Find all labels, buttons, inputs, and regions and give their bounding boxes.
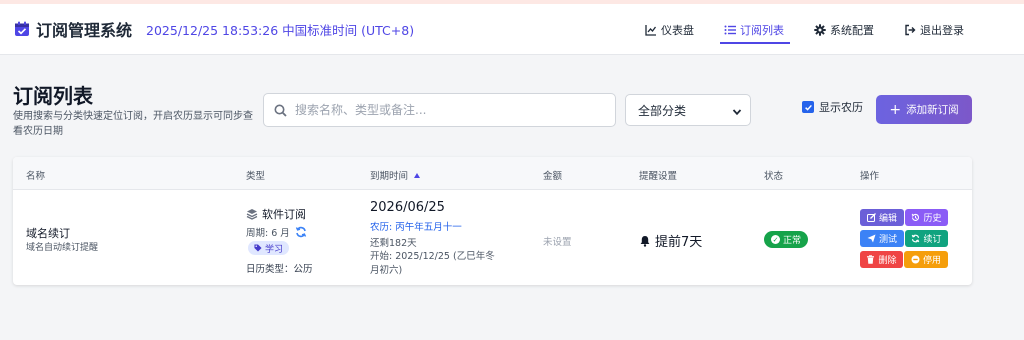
auto-renew-icon xyxy=(295,226,307,238)
search-icon xyxy=(274,104,287,117)
show-lunar-checkbox[interactable] xyxy=(802,101,814,113)
subscription-name: 域名续订 xyxy=(26,227,70,240)
column-header-expiry-label: 到期时间 xyxy=(370,171,409,182)
column-header-amount: 金额 xyxy=(543,171,563,182)
nav-list-label: 订阅列表 xyxy=(740,23,784,37)
nav-logout[interactable]: 退出登录 xyxy=(904,4,964,55)
subscription-table: 名称 类型 到期时间 金额 提醒设置 状态 操作 域名续订 域名自动续订提醒 软… xyxy=(13,157,972,285)
nav-system-config[interactable]: 系统配置 xyxy=(814,4,874,55)
tag-icon xyxy=(254,244,262,252)
history-icon xyxy=(911,213,920,222)
category-tag-label: 学习 xyxy=(265,244,284,255)
show-lunar-toggle[interactable]: 显示农历 xyxy=(802,99,863,115)
navbar: 订阅管理系统 2025/12/25 18:53:26 中国标准时间 (UTC+8… xyxy=(0,4,1024,55)
column-header-expiry[interactable]: 到期时间 xyxy=(370,168,421,182)
check-circle-icon: ✓ xyxy=(771,235,780,244)
expiry-lunar-date: 农历: 丙午年五月十一 xyxy=(370,222,462,233)
chart-line-icon xyxy=(645,24,657,36)
active-nav-underline xyxy=(720,42,790,44)
disable-label: 停用 xyxy=(922,256,941,266)
pause-circle-icon xyxy=(911,255,920,264)
layers-icon xyxy=(246,208,258,220)
renew-label: 续订 xyxy=(923,235,942,245)
column-header-name: 名称 xyxy=(26,171,46,182)
reminder-label: 提前7天 xyxy=(655,235,703,250)
column-header-type: 类型 xyxy=(246,171,266,182)
current-time: 2025/12/25 18:53:26 中国标准时间 (UTC+8) xyxy=(146,22,415,38)
nav-config-label: 系统配置 xyxy=(830,23,874,37)
category-select[interactable]: 全部分类 xyxy=(625,94,751,126)
nav-dashboard[interactable]: 仪表盘 xyxy=(645,4,694,55)
trash-icon xyxy=(866,255,875,264)
table-header: 名称 类型 到期时间 金额 提醒设置 状态 操作 xyxy=(13,157,972,190)
history-label: 历史 xyxy=(923,214,942,224)
delete-button[interactable]: 删除 xyxy=(860,251,903,268)
renew-button[interactable]: 续订 xyxy=(905,230,948,247)
category-selected-value: 全部分类 xyxy=(638,103,687,118)
status-badge: ✓ 正常 xyxy=(764,231,809,248)
subscription-period-label: 周期: 6 月 xyxy=(246,228,290,239)
start-date: 开始: 2025/12/25 (乙巳年冬月初六) xyxy=(370,251,495,276)
add-subscription-button[interactable]: + 添加新订阅 xyxy=(876,95,972,124)
subscription-type: 软件订阅 xyxy=(246,206,306,222)
column-header-status: 状态 xyxy=(764,171,784,182)
app-title: 订阅管理系统 xyxy=(36,21,133,40)
calendar-check-icon xyxy=(14,21,30,37)
disable-button[interactable]: 停用 xyxy=(904,251,948,268)
sort-ascending-icon xyxy=(414,172,421,178)
test-button[interactable]: 测试 xyxy=(860,230,904,247)
subscription-type-label: 软件订阅 xyxy=(262,208,306,221)
delete-label: 删除 xyxy=(878,256,897,266)
nav-logout-label: 退出登录 xyxy=(920,23,964,37)
edit-button[interactable]: 编辑 xyxy=(860,209,904,226)
history-button[interactable]: 历史 xyxy=(905,209,948,226)
column-header-reminder: 提醒设置 xyxy=(639,171,678,182)
show-lunar-label: 显示农历 xyxy=(819,101,863,114)
check-icon xyxy=(804,104,812,111)
paper-plane-icon xyxy=(867,234,876,243)
nav-subscription-list[interactable]: 订阅列表 xyxy=(720,4,790,55)
status-label: 正常 xyxy=(783,236,802,246)
amount-value: 未设置 xyxy=(543,237,572,248)
brand: 订阅管理系统 2025/12/25 18:53:26 中国标准时间 (UTC+8… xyxy=(14,17,414,41)
reminder-setting: 提前7天 xyxy=(639,231,702,250)
add-subscription-label: 添加新订阅 xyxy=(906,104,959,116)
days-remaining: 还剩182天 xyxy=(370,238,417,249)
gear-icon xyxy=(814,23,826,36)
plus-icon: + xyxy=(889,101,902,118)
sign-out-icon xyxy=(904,24,916,36)
chevron-down-icon xyxy=(732,106,742,116)
test-label: 测试 xyxy=(878,235,897,245)
category-tag: 学习 xyxy=(248,241,290,255)
page-title: 订阅列表 xyxy=(13,84,93,108)
column-header-actions: 操作 xyxy=(860,171,880,182)
expiry-date: 2026/06/25 xyxy=(370,200,445,215)
search-box[interactable] xyxy=(263,93,616,127)
page-description: 使用搜索与分类快速定位订阅，开启农历显示可同步查看农历日期 xyxy=(13,111,253,137)
subscription-note: 域名自动续订提醒 xyxy=(26,243,99,253)
edit-icon xyxy=(866,213,876,222)
calendar-type: 日历类型：公历 xyxy=(246,264,313,275)
edit-label: 编辑 xyxy=(878,214,897,224)
bell-icon xyxy=(639,235,651,247)
list-icon xyxy=(724,24,736,36)
sync-icon xyxy=(911,234,920,243)
search-input[interactable] xyxy=(295,103,595,117)
nav-dashboard-label: 仪表盘 xyxy=(661,23,694,37)
subscription-period: 周期: 6 月 xyxy=(246,225,307,239)
